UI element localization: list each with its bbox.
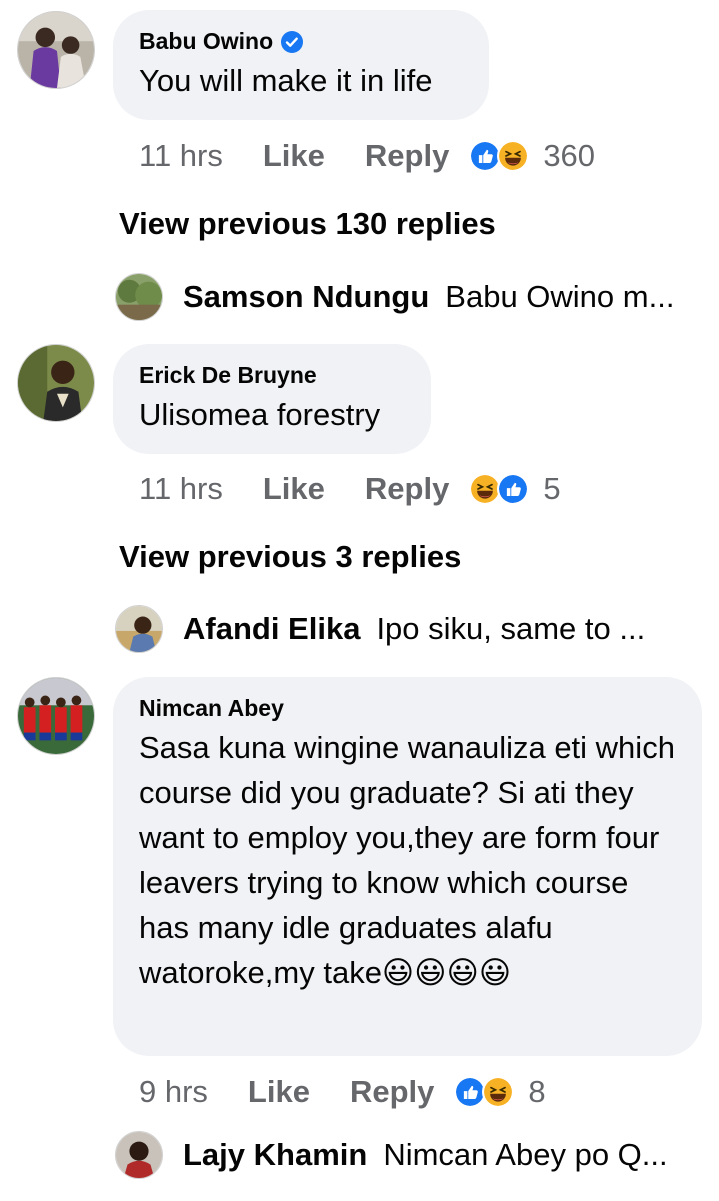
author-name[interactable]: Erick De Bruyne [139, 360, 317, 390]
avatar[interactable] [17, 677, 95, 755]
reply-preview[interactable]: Samson Ndungu Babu Owino m... [115, 273, 674, 321]
reaction-summary[interactable]: 360 [469, 138, 595, 174]
comment-bubble: Babu Owino You will make it in life [113, 10, 489, 120]
comment-actions: 11 hrs Like Reply 360 [139, 136, 595, 176]
comment-timestamp[interactable]: 11 hrs [139, 471, 223, 507]
view-previous-replies-link[interactable]: View previous 3 replies [119, 539, 461, 575]
reply-preview[interactable]: Afandi Elika Ipo siku, same to ... [115, 605, 645, 653]
reply-author[interactable]: Lajy Khamin [183, 1137, 367, 1173]
avatar[interactable] [115, 605, 163, 653]
reply-button[interactable]: Reply [365, 471, 449, 507]
reply-snippet: Babu Owino m... [445, 279, 675, 314]
reply-button[interactable]: Reply [350, 1074, 434, 1110]
avatar[interactable] [115, 273, 163, 321]
reaction-summary[interactable]: 5 [469, 471, 561, 507]
haha-reaction-icon [482, 1076, 515, 1108]
comment-author[interactable]: Nimcan Abey [139, 693, 676, 723]
comment-bubble: Nimcan Abey Sasa kuna wingine wanauliza … [113, 677, 702, 1056]
like-button[interactable]: Like [263, 471, 325, 507]
view-previous-replies-link[interactable]: View previous 130 replies [119, 206, 496, 242]
comment-text: Sasa kuna wingine wanauliza eti which co… [139, 730, 675, 990]
reply-button[interactable]: Reply [365, 138, 449, 174]
reply-preview[interactable]: Lajy Khamin Nimcan Abey po Q... [115, 1131, 668, 1179]
reply-author[interactable]: Afandi Elika [183, 611, 360, 647]
haha-reaction-icon [497, 140, 530, 172]
like-button[interactable]: Like [248, 1074, 310, 1110]
comment-bubble: Erick De Bruyne Ulisomea forestry [113, 344, 431, 454]
comment-author[interactable]: Erick De Bruyne [139, 360, 405, 390]
reaction-count: 5 [543, 471, 561, 506]
reaction-summary[interactable]: 8 [454, 1074, 546, 1110]
verified-badge-icon [281, 30, 304, 53]
reaction-count: 8 [528, 1074, 546, 1109]
author-name[interactable]: Nimcan Abey [139, 693, 284, 723]
like-button[interactable]: Like [263, 138, 325, 174]
reaction-count: 360 [543, 138, 596, 173]
comment-text: Ulisomea forestry [139, 397, 381, 432]
author-name[interactable]: Babu Owino [139, 26, 273, 56]
comment-timestamp[interactable]: 11 hrs [139, 138, 223, 174]
comment-text: You will make it in life [139, 63, 433, 98]
avatar[interactable] [17, 344, 95, 422]
reply-snippet: Ipo siku, same to ... [376, 611, 646, 646]
reply-snippet: Nimcan Abey po Q... [383, 1137, 668, 1172]
comment-actions: 11 hrs Like Reply 5 [139, 469, 561, 509]
comment-author[interactable]: Babu Owino [139, 26, 463, 56]
comment-timestamp[interactable]: 9 hrs [139, 1074, 208, 1110]
avatar[interactable] [17, 11, 95, 89]
reply-author[interactable]: Samson Ndungu [183, 279, 429, 315]
comment-actions: 9 hrs Like Reply 8 [139, 1072, 546, 1112]
like-reaction-icon [497, 473, 530, 505]
avatar[interactable] [115, 1131, 163, 1179]
